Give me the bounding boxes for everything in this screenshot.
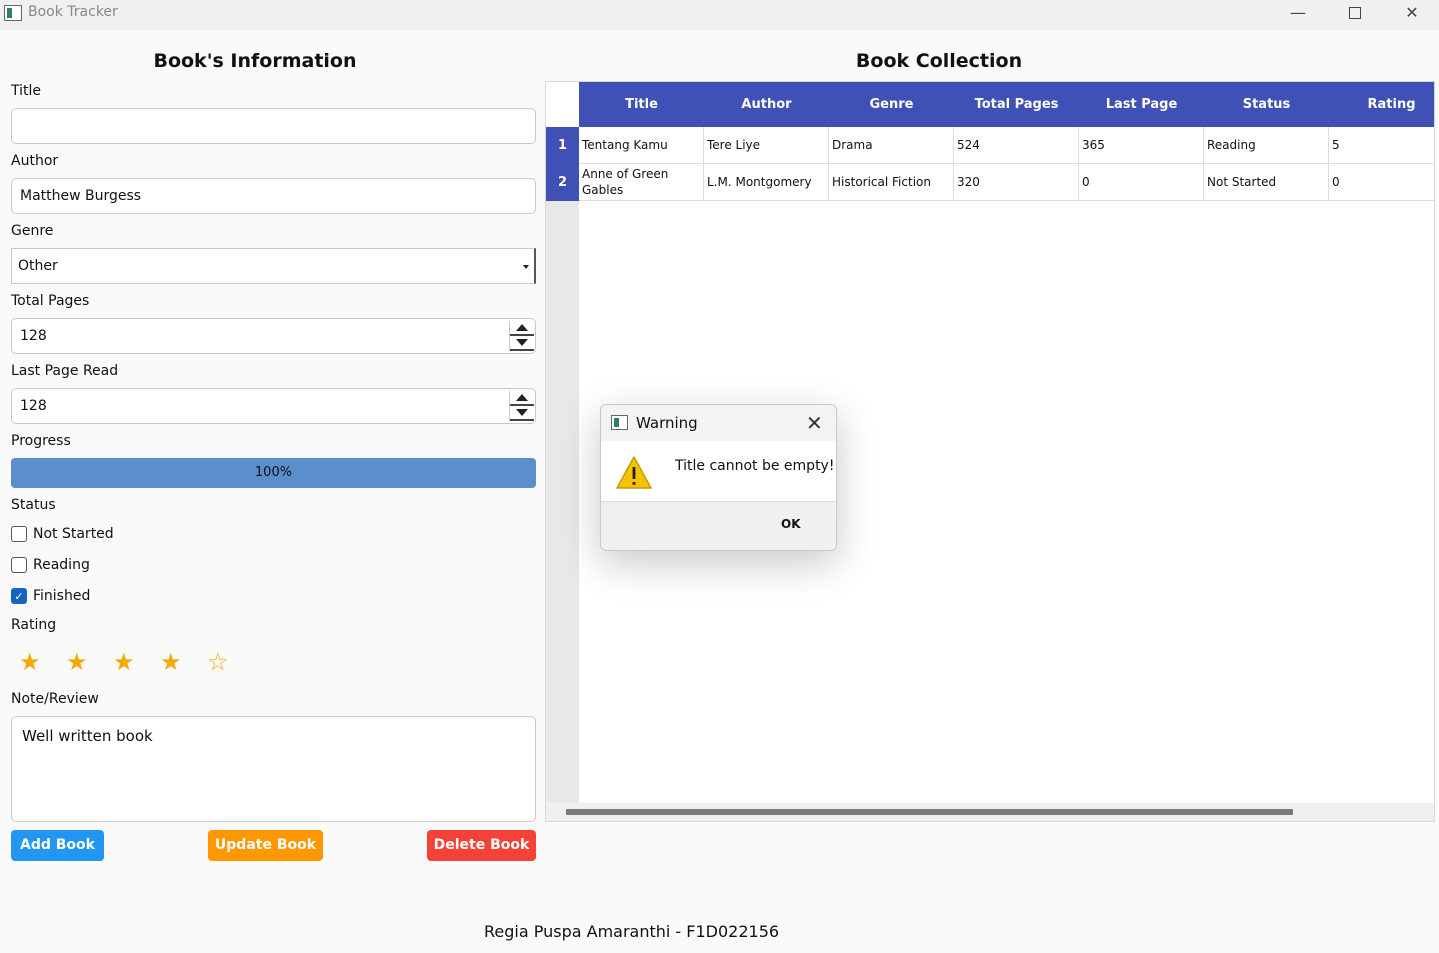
title-label: Title: [11, 83, 42, 99]
table-cell[interactable]: Anne of Green Gables: [579, 164, 704, 201]
star-filled-icon[interactable]: ★: [105, 648, 152, 676]
last-page-stepper[interactable]: [509, 391, 534, 421]
table-cell[interactable]: Tere Liye: [704, 127, 829, 164]
dialog-title: Warning: [636, 414, 698, 432]
row-header-column: [546, 127, 579, 803]
app-icon: [611, 415, 628, 430]
collection-heading: Book Collection: [855, 50, 1023, 72]
chevron-down-icon: [523, 265, 529, 269]
column-header[interactable]: Status: [1204, 82, 1329, 127]
genre-select-value: Other: [18, 258, 58, 274]
checkbox-icon[interactable]: ✓: [11, 588, 27, 604]
star-empty-icon[interactable]: ☆: [199, 648, 246, 676]
table-cell[interactable]: Historical Fiction: [829, 164, 954, 201]
close-button[interactable]: ✕: [1384, 0, 1439, 30]
warning-icon: [616, 456, 652, 489]
row-header[interactable]: 2: [546, 164, 579, 201]
table-cell[interactable]: Not Started: [1204, 164, 1329, 201]
checkbox-label: Reading: [33, 557, 90, 573]
genre-select[interactable]: Other: [11, 248, 536, 284]
window-titlebar: Book Tracker — ✕: [0, 0, 1439, 30]
table-cell[interactable]: 0: [1329, 164, 1434, 201]
star-filled-icon[interactable]: ★: [152, 648, 199, 676]
dialog-footer: OK: [601, 501, 836, 550]
dialog-message: Title cannot be empty!: [675, 458, 835, 474]
app-icon: [4, 5, 22, 21]
column-header[interactable]: Total Pages: [954, 82, 1079, 127]
status-not-started-checkbox[interactable]: Not Started: [11, 526, 114, 542]
author-input[interactable]: Matthew Burgess: [11, 178, 536, 214]
last-page-label: Last Page Read: [11, 363, 119, 379]
dialog-titlebar: Warning ✕: [601, 405, 836, 441]
column-header[interactable]: Title: [579, 82, 704, 127]
maximize-icon: [1349, 7, 1361, 19]
dialog-close-button[interactable]: ✕: [806, 411, 823, 435]
footer-credit: Regia Puspa Amaranthi - F1D022156: [484, 922, 780, 941]
total-pages-value: 128: [20, 328, 47, 344]
table-row[interactable]: Anne of Green Gables L.M. Montgomery His…: [579, 164, 1434, 201]
add-book-button[interactable]: Add Book: [11, 830, 104, 861]
progress-label: Progress: [11, 433, 71, 449]
note-textarea[interactable]: Well written book: [11, 716, 536, 822]
star-filled-icon[interactable]: ★: [58, 648, 105, 676]
table-cell[interactable]: 0: [1079, 164, 1204, 201]
column-header[interactable]: Last Page: [1079, 82, 1204, 127]
scrollbar-thumb[interactable]: [566, 809, 1293, 815]
table-cell[interactable]: Tentang Kamu: [579, 127, 704, 164]
table-cell[interactable]: 320: [954, 164, 1079, 201]
window-title: Book Tracker: [28, 4, 118, 20]
table-cell[interactable]: 365: [1079, 127, 1204, 164]
dialog-body: Title cannot be empty!: [601, 441, 836, 501]
checkbox-label: Not Started: [33, 526, 114, 542]
table-corner[interactable]: [546, 82, 579, 127]
star-filled-icon[interactable]: ★: [11, 648, 58, 676]
delete-book-button[interactable]: Delete Book: [427, 830, 536, 861]
warning-dialog: Warning ✕ Title cannot be empty! OK: [600, 404, 837, 551]
table-cell[interactable]: 524: [954, 127, 1079, 164]
rating-label: Rating: [11, 617, 57, 633]
horizontal-scrollbar[interactable]: [546, 803, 1434, 821]
progress-text: 100%: [254, 465, 293, 480]
decrement-arrow-icon[interactable]: [510, 406, 534, 421]
minimize-button[interactable]: —: [1270, 0, 1326, 30]
author-label: Author: [11, 153, 59, 169]
genre-label: Genre: [11, 223, 54, 239]
table-header-row: Title Author Genre Total Pages Last Page…: [579, 82, 1434, 127]
form-heading: Book's Information: [153, 50, 357, 72]
note-label: Note/Review: [11, 691, 99, 707]
table-cell[interactable]: L.M. Montgomery: [704, 164, 829, 201]
status-reading-checkbox[interactable]: Reading: [11, 557, 90, 573]
checkbox-icon[interactable]: [11, 526, 27, 542]
maximize-button[interactable]: [1327, 0, 1383, 30]
total-pages-spinbox[interactable]: 128: [11, 318, 536, 354]
row-header[interactable]: 1: [546, 127, 579, 164]
column-header[interactable]: Rating: [1329, 82, 1434, 127]
status-label: Status: [11, 497, 56, 513]
update-book-button[interactable]: Update Book: [208, 830, 323, 861]
checkbox-label: Finished: [33, 588, 91, 604]
table-row[interactable]: Tentang Kamu Tere Liye Drama 524 365 Rea…: [579, 127, 1434, 164]
total-pages-stepper[interactable]: [509, 321, 534, 351]
rating-stars[interactable]: ★ ★ ★ ★ ☆: [11, 648, 246, 676]
decrement-arrow-icon[interactable]: [510, 336, 534, 351]
table-cell[interactable]: 5: [1329, 127, 1434, 164]
ok-button[interactable]: OK: [781, 517, 801, 531]
increment-arrow-icon[interactable]: [510, 321, 534, 336]
last-page-value: 128: [20, 398, 47, 414]
column-header[interactable]: Author: [704, 82, 829, 127]
column-header[interactable]: Genre: [829, 82, 954, 127]
status-finished-checkbox[interactable]: ✓ Finished: [11, 588, 90, 604]
last-page-spinbox[interactable]: 128: [11, 388, 536, 424]
checkbox-icon[interactable]: [11, 557, 27, 573]
total-pages-label: Total Pages: [11, 293, 90, 309]
table-cell[interactable]: Reading: [1204, 127, 1329, 164]
table-cell[interactable]: Drama: [829, 127, 954, 164]
increment-arrow-icon[interactable]: [510, 391, 534, 406]
title-input[interactable]: [11, 108, 536, 144]
progress-bar: 100%: [11, 458, 536, 488]
